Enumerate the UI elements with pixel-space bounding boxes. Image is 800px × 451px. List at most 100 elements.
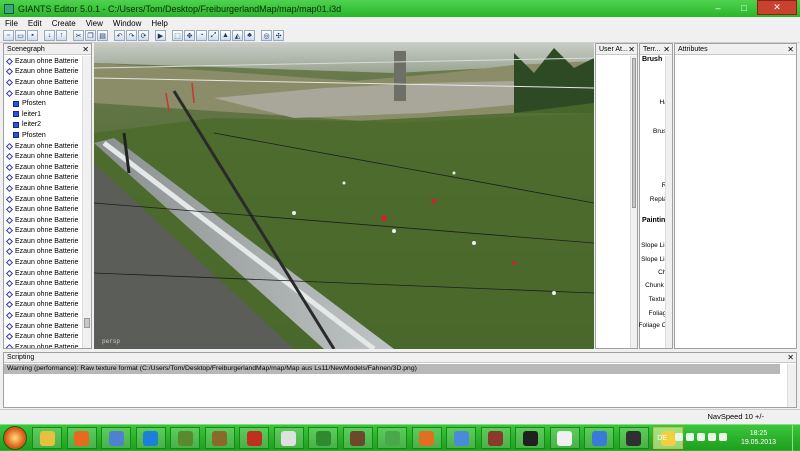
undo-icon[interactable]: ↶ [114, 30, 125, 41]
scenegraph-node[interactable]: Ezaun ohne Batterie [4, 141, 81, 152]
scenegraph-node[interactable]: Ezaun ohne Batterie [4, 342, 81, 348]
scenegraph-node[interactable]: Ezaun ohne Batterie [4, 247, 81, 258]
taskbar-app-button[interactable] [308, 427, 338, 449]
menu-file[interactable]: File [0, 19, 23, 28]
taskbar-app-button[interactable] [584, 427, 614, 449]
maximize-button[interactable]: □ [731, 0, 757, 15]
menu-view[interactable]: View [81, 19, 108, 28]
terrain-sculpt-icon[interactable]: ▲ [220, 30, 231, 41]
taskbar-app-button[interactable] [170, 427, 200, 449]
scenegraph-node[interactable]: Ezaun ohne Batterie [4, 173, 81, 184]
title-bar[interactable]: GIANTS Editor 5.0.1 - C:/Users/Tom/Deskt… [0, 0, 800, 17]
taskbar-app-button[interactable] [32, 427, 62, 449]
taskbar-app-button[interactable] [411, 427, 442, 449]
volume-icon[interactable] [696, 433, 705, 441]
scenegraph-node[interactable]: Ezaun ohne Batterie [4, 226, 81, 237]
close-icon[interactable]: ✕ [628, 44, 635, 54]
blender-icon [419, 430, 434, 446]
select-icon[interactable]: ⬚ [172, 30, 183, 41]
cut-icon[interactable]: ✂ [73, 30, 84, 41]
scenegraph-node[interactable]: Ezaun ohne Batterie [4, 331, 81, 342]
scenegraph-node[interactable]: leiter1 [4, 109, 81, 120]
snap-icon[interactable]: ◎ [261, 30, 272, 41]
tray-arrow-icon[interactable] [674, 433, 683, 441]
scenegraph-node[interactable]: Ezaun ohne Batterie [4, 215, 81, 226]
flag-icon[interactable] [707, 433, 716, 441]
scripting-scrollbar[interactable] [787, 364, 796, 407]
nav-icon[interactable]: ✣ [273, 30, 284, 41]
taskbar-app-button[interactable] [480, 427, 511, 449]
taskbar-app-button[interactable] [273, 427, 304, 449]
scale-icon[interactable]: ⤢ [208, 30, 219, 41]
scenegraph-node[interactable]: Ezaun ohne Batterie [4, 56, 81, 67]
3d-viewport[interactable]: persp [94, 43, 594, 349]
scenegraph-node[interactable]: Ezaun ohne Batterie [4, 321, 81, 332]
redo-icon[interactable]: ↷ [126, 30, 137, 41]
scenegraph-node[interactable]: Pfosten [4, 98, 81, 109]
foliage-paint-icon[interactable]: ♣ [244, 30, 255, 41]
scenegraph-node[interactable]: Ezaun ohne Batterie [4, 300, 81, 311]
scenegraph-node[interactable]: Ezaun ohne Batterie [4, 257, 81, 268]
taskbar-app-button[interactable] [549, 427, 580, 449]
scenegraph-node[interactable]: Ezaun ohne Batterie [4, 289, 81, 300]
close-icon[interactable]: ✕ [787, 44, 794, 54]
scenegraph-node[interactable]: Ezaun ohne Batterie [4, 151, 81, 162]
refresh-icon[interactable]: ⟳ [138, 30, 149, 41]
terrain-paint-icon[interactable]: ◭ [232, 30, 243, 41]
close-icon[interactable]: ✕ [82, 44, 89, 54]
scenegraph-node[interactable]: leiter2 [4, 120, 81, 131]
menu-window[interactable]: Window [108, 19, 146, 28]
minimize-button[interactable]: – [705, 0, 731, 15]
scenegraph-node[interactable]: Ezaun ohne Batterie [4, 88, 81, 99]
taskbar-app-button[interactable] [204, 427, 235, 449]
game-icon [488, 430, 503, 446]
scenegraph-node[interactable]: Ezaun ohne Batterie [4, 268, 81, 279]
copy-icon[interactable]: ❐ [85, 30, 96, 41]
scenegraph-node[interactable]: Ezaun ohne Batterie [4, 67, 81, 78]
taskbar-app-button[interactable] [618, 427, 649, 449]
export-icon[interactable]: ↑ [56, 30, 67, 41]
taskbar-app-button[interactable] [377, 427, 407, 449]
scenegraph-node[interactable]: Ezaun ohne Batterie [4, 183, 81, 194]
taskbar-app-button[interactable] [446, 427, 476, 449]
close-button[interactable]: ✕ [757, 0, 797, 15]
user-attributes-scrollbar[interactable] [630, 56, 637, 348]
show-desktop-button[interactable] [792, 425, 800, 451]
scenegraph-node[interactable]: Ezaun ohne Batterie [4, 236, 81, 247]
network-icon[interactable] [685, 433, 694, 441]
menu-help[interactable]: Help [146, 19, 172, 28]
taskbar-app-button[interactable] [135, 427, 166, 449]
scenegraph-node[interactable]: Pfosten [4, 130, 81, 141]
taskbar-app-button[interactable] [342, 427, 373, 449]
paste-icon[interactable]: ▤ [97, 30, 108, 41]
taskbar-app-button[interactable] [239, 427, 269, 449]
scenegraph-node[interactable]: Ezaun ohne Batterie [4, 310, 81, 321]
taskbar-app-button[interactable] [515, 427, 545, 449]
power-icon[interactable] [718, 433, 727, 441]
close-icon[interactable]: ✕ [663, 44, 670, 54]
taskbar-app-button[interactable] [101, 427, 131, 449]
start-button[interactable] [3, 426, 27, 450]
clock[interactable]: 18:25 19.05.2013 [741, 429, 776, 447]
language-indicator[interactable]: DE [657, 435, 667, 442]
scenegraph-scrollbar[interactable] [82, 56, 91, 348]
import-icon[interactable]: ↓ [44, 30, 55, 41]
scenegraph-node[interactable]: Ezaun ohne Batterie [4, 77, 81, 88]
menu-create[interactable]: Create [47, 19, 81, 28]
open-icon[interactable]: ▭ [15, 30, 26, 41]
save-icon[interactable]: ▪ [27, 30, 38, 41]
close-icon[interactable]: ✕ [787, 353, 794, 362]
scenegraph-node[interactable]: Ezaun ohne Batterie [4, 278, 81, 289]
terrain-scrollbar[interactable] [665, 56, 672, 348]
taskbar-app-button[interactable] [66, 427, 97, 449]
new-icon[interactable]: ▫ [3, 30, 14, 41]
scenegraph-node[interactable]: Ezaun ohne Batterie [4, 204, 81, 215]
warning-message[interactable]: Warning (performance): Raw texture forma… [4, 364, 780, 374]
scenegraph-node[interactable]: Ezaun ohne Batterie [4, 194, 81, 205]
play-icon[interactable]: ▶ [155, 30, 166, 41]
menu-edit[interactable]: Edit [23, 19, 47, 28]
move-icon[interactable]: ✥ [184, 30, 195, 41]
rotate-icon[interactable]: ◔ [196, 30, 207, 41]
scenegraph-node[interactable]: Ezaun ohne Batterie [4, 162, 81, 173]
scenegraph-node-label: Ezaun ohne Batterie [15, 343, 79, 348]
